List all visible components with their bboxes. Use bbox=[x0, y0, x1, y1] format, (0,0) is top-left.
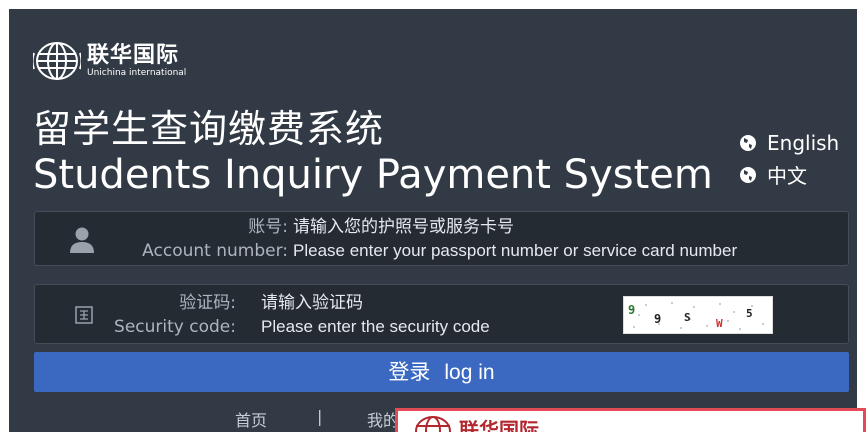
brand-logo: 联华国际 Unichina international bbox=[33, 39, 186, 83]
footer-separator: | bbox=[317, 407, 323, 426]
page-title-chinese: 留学生查询缴费系统 bbox=[33, 107, 385, 151]
captcha-image[interactable]: 9 9 S W 5 bbox=[623, 296, 773, 334]
page-title-english: Students Inquiry Payment System bbox=[33, 152, 713, 198]
overlay-brand-logo: 联华国际 bbox=[413, 413, 539, 432]
globe-logo-icon bbox=[415, 416, 451, 432]
security-placeholder-en: Please enter the security code bbox=[261, 317, 490, 336]
account-placeholder-en: Please enter your passport number or ser… bbox=[293, 241, 738, 260]
security-code-input-placeholder[interactable]: 请输入验证码 Please enter the security code bbox=[261, 291, 490, 339]
svg-text:9: 9 bbox=[654, 312, 661, 326]
login-button[interactable]: 登录 log in bbox=[34, 352, 849, 392]
logo-chinese-text: 联华国际 bbox=[87, 42, 180, 68]
language-chinese-link[interactable]: 中文 bbox=[739, 160, 807, 189]
overlay-window[interactable]: 联华国际 bbox=[395, 408, 866, 432]
account-label: 账号: Account number: bbox=[142, 215, 288, 263]
svg-text:S: S bbox=[684, 311, 691, 324]
security-label-en: Security code: bbox=[114, 317, 236, 337]
account-placeholder-cn: 请输入您的护照号或服务卡号 bbox=[293, 217, 514, 236]
logo-english-text: Unichina international bbox=[87, 67, 187, 78]
footer-home-link[interactable]: 首页 bbox=[235, 407, 267, 431]
login-label-en: log in bbox=[444, 361, 495, 384]
login-panel: 联华国际 Unichina international 留学生查询缴费系统 St… bbox=[9, 9, 857, 432]
account-input-placeholder[interactable]: 请输入您的护照号或服务卡号 Please enter your passport… bbox=[293, 215, 737, 263]
user-icon bbox=[70, 227, 94, 253]
login-label-cn: 登录 bbox=[388, 360, 431, 384]
account-number-field[interactable]: 账号: Account number: 请输入您的护照号或服务卡号 Please… bbox=[34, 211, 849, 266]
svg-text:9: 9 bbox=[628, 303, 635, 317]
language-english-link[interactable]: English bbox=[739, 131, 839, 155]
account-label-en: Account number: bbox=[142, 241, 288, 261]
overlay-logo-text: 联华国际 bbox=[459, 417, 539, 432]
security-placeholder-cn: 请输入验证码 bbox=[261, 293, 363, 312]
account-label-cn: 账号: bbox=[248, 217, 288, 237]
security-label-cn: 验证码: bbox=[179, 293, 236, 313]
globe-icon bbox=[740, 135, 756, 151]
globe-logo-icon bbox=[33, 42, 81, 80]
security-code-label: 验证码: Security code: bbox=[114, 291, 236, 339]
language-chinese-label: 中文 bbox=[767, 164, 807, 188]
svg-text:5: 5 bbox=[746, 307, 753, 320]
globe-icon bbox=[740, 166, 756, 183]
captcha-noise: 9 9 S W 5 bbox=[628, 302, 764, 330]
security-code-field[interactable]: 验证码: Security code: 请输入验证码 Please enter … bbox=[34, 284, 849, 344]
svg-text:W: W bbox=[716, 317, 723, 330]
language-english-label: English bbox=[767, 131, 840, 155]
captcha-icon bbox=[75, 306, 93, 324]
